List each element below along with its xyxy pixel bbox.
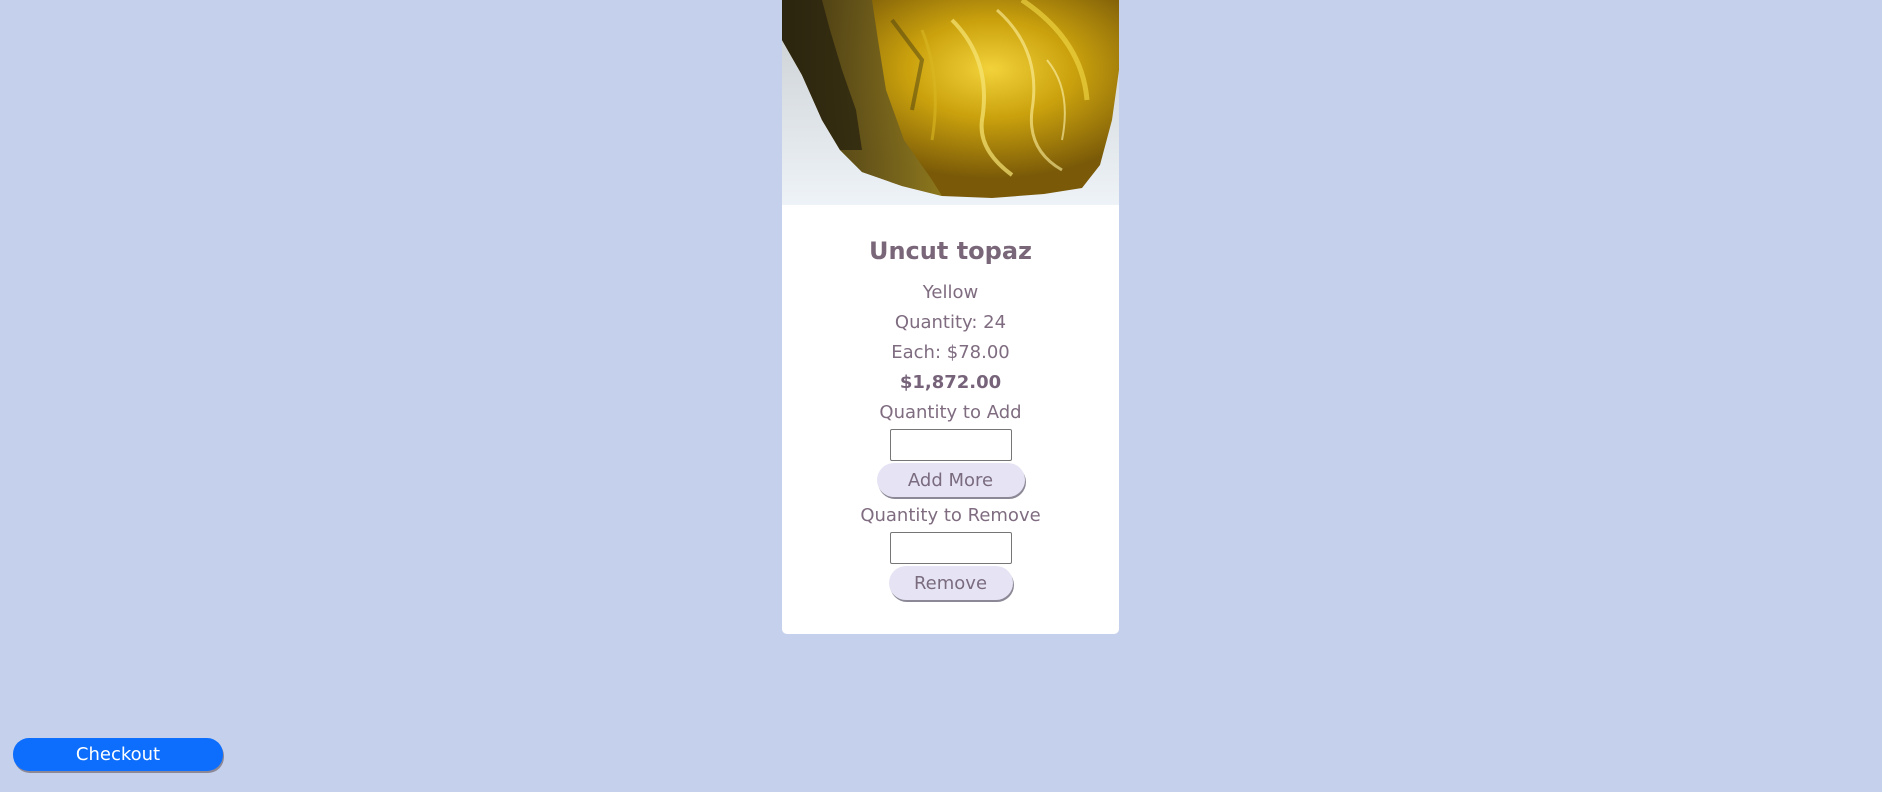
- quantity-to-add-input[interactable]: [889, 429, 1012, 461]
- add-more-button[interactable]: Add More: [876, 463, 1025, 497]
- product-info: Uncut topaz Yellow Quantity: 24 Each: $7…: [782, 205, 1119, 600]
- remove-button[interactable]: Remove: [888, 566, 1013, 600]
- product-unit-price: Each: $78.00: [891, 342, 1010, 363]
- product-quantity: Quantity: 24: [894, 312, 1007, 333]
- product-name: Uncut topaz: [868, 237, 1033, 265]
- quantity-to-add-label: Quantity to Add: [879, 402, 1022, 423]
- product-image: [782, 0, 1119, 205]
- product-total-price: $1,872.00: [899, 372, 1002, 393]
- checkout-button[interactable]: Checkout: [13, 738, 223, 771]
- quantity-to-remove-label: Quantity to Remove: [860, 505, 1041, 526]
- product-color: Yellow: [922, 282, 979, 303]
- product-card: Uncut topaz Yellow Quantity: 24 Each: $7…: [782, 0, 1119, 634]
- quantity-to-remove-input[interactable]: [889, 532, 1012, 564]
